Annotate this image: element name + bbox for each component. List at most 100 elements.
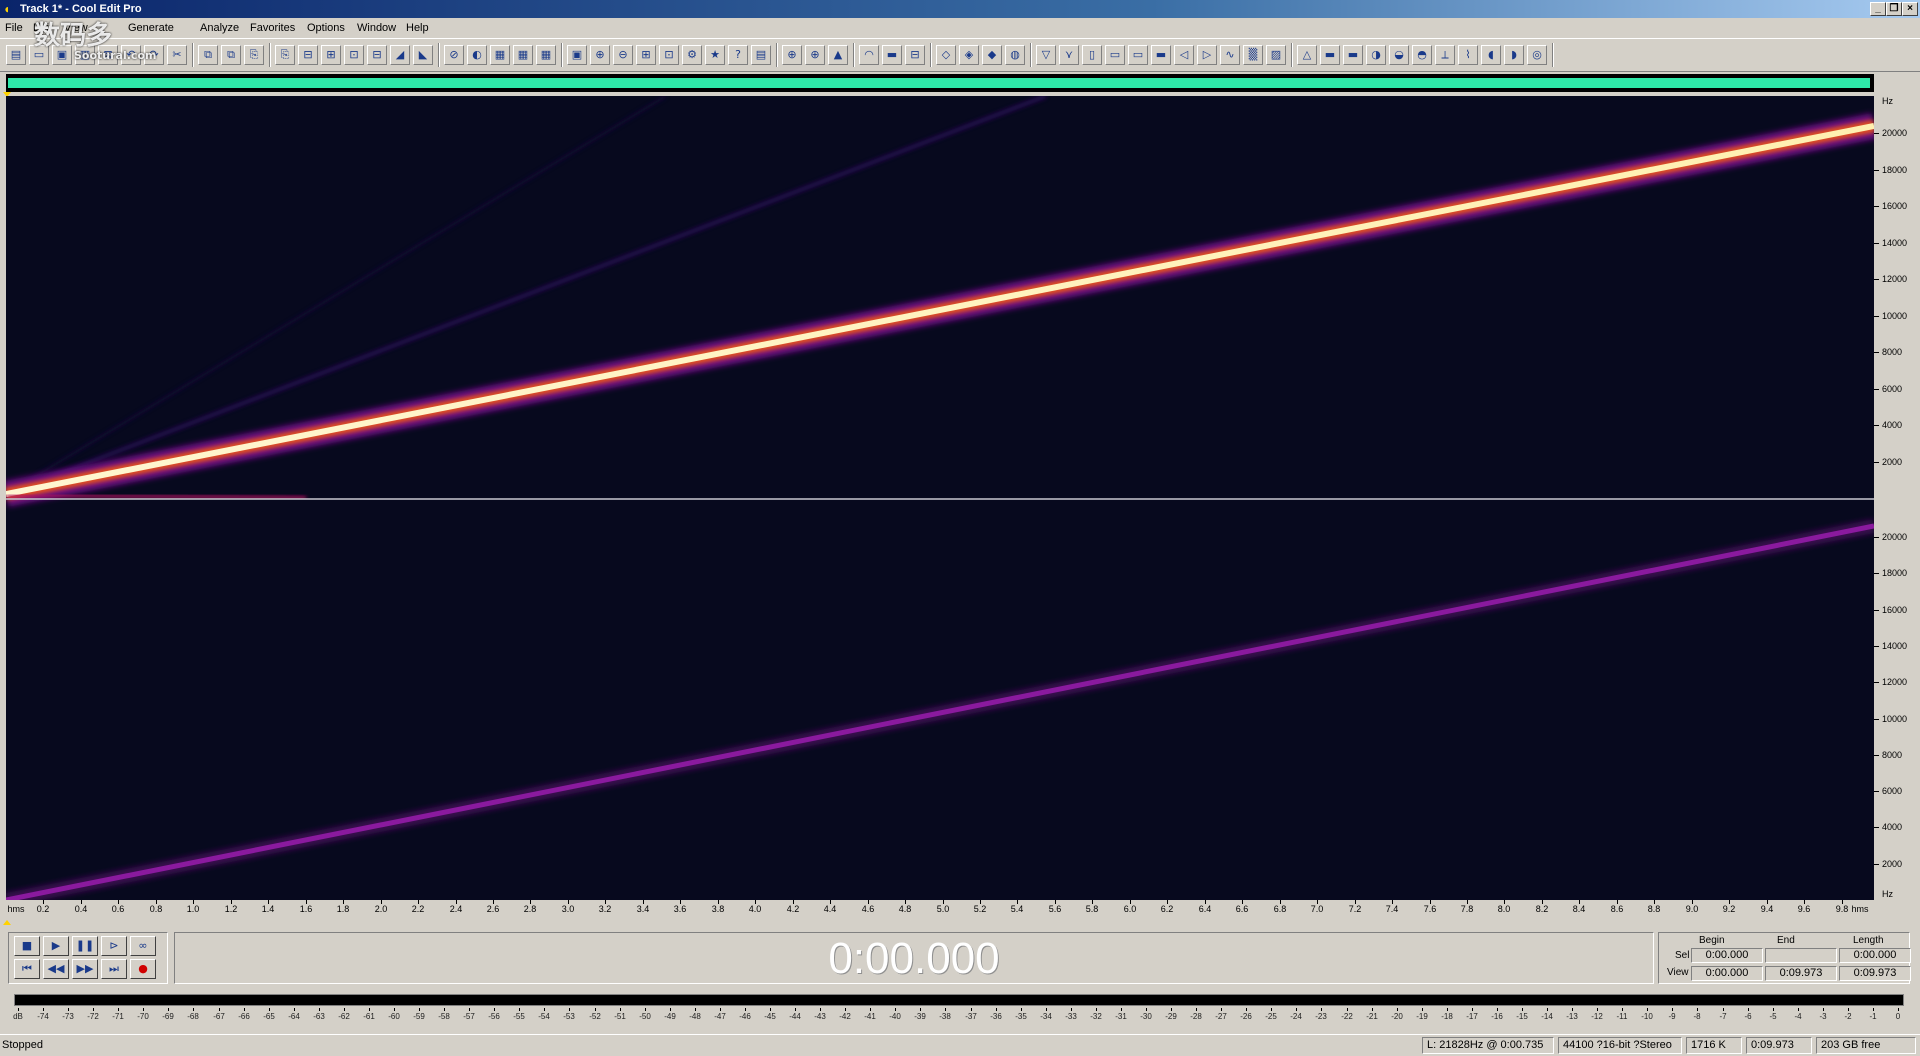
- level-tick: [1572, 1008, 1573, 1011]
- freq-tick: [1874, 170, 1879, 171]
- menu-file[interactable]: File: [5, 21, 23, 35]
- overview-bar[interactable]: [6, 74, 1874, 92]
- multitap-icon[interactable]: ◖: [1481, 45, 1501, 65]
- cut-icon[interactable]: ⧉: [221, 45, 241, 65]
- channel-mixer-icon[interactable]: ⊟: [905, 45, 925, 65]
- show-frequency-icon[interactable]: ▦: [490, 45, 510, 65]
- spectral-view-icon[interactable]: ◣: [413, 45, 433, 65]
- zoom-horizontal-icon[interactable]: ⊕: [805, 45, 825, 65]
- echo-icon[interactable]: ◈: [959, 45, 979, 65]
- dynamics-icon[interactable]: ⋎: [1059, 45, 1079, 65]
- zoom-selection-icon[interactable]: ⊡: [659, 45, 679, 65]
- waveform-view-icon[interactable]: ◢: [390, 45, 410, 65]
- go-to-start-icon[interactable]: ⏮: [14, 959, 40, 979]
- time-unit-label-end: hms: [1851, 904, 1869, 914]
- vocal-remover-icon[interactable]: ◎: [1527, 45, 1547, 65]
- fast-forward-icon[interactable]: ▶▶: [72, 959, 98, 979]
- view-begin-field[interactable]: 0:00.000: [1691, 966, 1763, 981]
- invert-icon[interactable]: ◁: [1174, 45, 1194, 65]
- stretch-icon[interactable]: ▭: [1128, 45, 1148, 65]
- show-cue-list-icon[interactable]: ▦: [513, 45, 533, 65]
- wave-properties-icon[interactable]: ▤: [751, 45, 771, 65]
- noise-reduction-icon[interactable]: ▯: [1082, 45, 1102, 65]
- show-playlist-icon[interactable]: ▦: [536, 45, 556, 65]
- normalize-icon[interactable]: ▬: [882, 45, 902, 65]
- envelope-follow-icon[interactable]: ◓: [1412, 45, 1432, 65]
- reverse-icon[interactable]: ▷: [1197, 45, 1217, 65]
- multitrack-icon[interactable]: ▤: [6, 45, 26, 65]
- paste-new-icon[interactable]: ⊟: [298, 45, 318, 65]
- brainwave-icon[interactable]: ∿: [1220, 45, 1240, 65]
- play-to-end-icon[interactable]: ⊳: [101, 936, 127, 956]
- rewind-icon[interactable]: ◀◀: [43, 959, 69, 979]
- sel-begin-field[interactable]: 0:00.000: [1691, 948, 1763, 963]
- freq-tick: [1874, 791, 1879, 792]
- stop-icon[interactable]: ■: [14, 936, 40, 956]
- sel-end-field[interactable]: [1765, 948, 1837, 963]
- copy-new-icon[interactable]: ⧉: [198, 45, 218, 65]
- playhead-marker-bottom[interactable]: [3, 920, 11, 925]
- mix-paste-icon[interactable]: ⊞: [321, 45, 341, 65]
- zoom-full-icon[interactable]: ⊞: [636, 45, 656, 65]
- zoom-vertical-icon[interactable]: ⊕: [782, 45, 802, 65]
- show-time-icon[interactable]: ▣: [567, 45, 587, 65]
- go-to-end-icon[interactable]: ⏭: [101, 959, 127, 979]
- zoom-out-icon[interactable]: ⊖: [613, 45, 633, 65]
- help-icon[interactable]: ?: [728, 45, 748, 65]
- minimize-button[interactable]: _: [1870, 2, 1886, 16]
- overview-range[interactable]: [8, 78, 1870, 88]
- delay-effect-icon[interactable]: ⌇: [1458, 45, 1478, 65]
- envelope-icon[interactable]: ◠: [859, 45, 879, 65]
- repeat-last-icon[interactable]: ✂: [167, 45, 187, 65]
- menu-analyze[interactable]: Analyze: [200, 21, 239, 35]
- menu-help[interactable]: Help: [406, 21, 429, 35]
- sel-length-field[interactable]: 0:00.000: [1839, 948, 1911, 963]
- toolbar-separator: [438, 43, 440, 67]
- loop-icon[interactable]: ∞: [130, 936, 156, 956]
- close-button[interactable]: ×: [1902, 2, 1918, 16]
- silence-icon[interactable]: ▬: [1320, 45, 1340, 65]
- filter-icon[interactable]: ▽: [1036, 45, 1056, 65]
- stereo-phase-icon[interactable]: ⊘: [444, 45, 464, 65]
- quick-verb-icon[interactable]: ◗: [1504, 45, 1524, 65]
- time-tick-label: 6.0: [1123, 904, 1137, 914]
- pitch-icon[interactable]: ▭: [1105, 45, 1125, 65]
- record-icon[interactable]: ●: [130, 959, 156, 979]
- level-tick: [920, 1008, 921, 1011]
- copy-icon[interactable]: ⎘: [244, 45, 264, 65]
- chorus-icon[interactable]: ▬: [1343, 45, 1363, 65]
- noise-icon[interactable]: ▨: [1266, 45, 1286, 65]
- toolbar-separator: [269, 43, 271, 67]
- level-tick-label: -26: [1240, 1012, 1252, 1021]
- trim-icon[interactable]: ⊡: [344, 45, 364, 65]
- tones-icon[interactable]: △: [1297, 45, 1317, 65]
- doppler-icon[interactable]: ◒: [1389, 45, 1409, 65]
- dtmf-icon[interactable]: ▒: [1243, 45, 1263, 65]
- favorites-icon[interactable]: ★: [705, 45, 725, 65]
- pause-icon[interactable]: ❚❚: [72, 936, 98, 956]
- delay-icon[interactable]: ◇: [936, 45, 956, 65]
- settings-icon[interactable]: ⚙: [682, 45, 702, 65]
- restore-button[interactable]: ❐: [1886, 2, 1902, 16]
- spectral-pan-icon[interactable]: ◐: [467, 45, 487, 65]
- time-warp-icon[interactable]: ▬: [1151, 45, 1171, 65]
- amplify-icon[interactable]: ▲: [828, 45, 848, 65]
- view-length-field[interactable]: 0:09.973: [1839, 966, 1911, 981]
- time-tick-label: 0.8: [149, 904, 163, 914]
- play-icon[interactable]: ▶: [43, 936, 69, 956]
- level-tick-label: -55: [513, 1012, 525, 1021]
- paste-icon[interactable]: ⎘: [275, 45, 295, 65]
- distortion-icon[interactable]: ◑: [1366, 45, 1386, 65]
- zoom-in-icon[interactable]: ⊕: [590, 45, 610, 65]
- spectral-display[interactable]: [6, 96, 1874, 900]
- delete-silence-icon[interactable]: ⊟: [367, 45, 387, 65]
- menu-options[interactable]: Options: [307, 21, 345, 35]
- reverb-icon[interactable]: ◍: [1005, 45, 1025, 65]
- menu-favorites[interactable]: Favorites: [250, 21, 295, 35]
- level-tick-label: -51: [614, 1012, 626, 1021]
- sweep-icon[interactable]: ⟂: [1435, 45, 1455, 65]
- menu-window[interactable]: Window: [357, 21, 396, 35]
- flanger-icon[interactable]: ◆: [982, 45, 1002, 65]
- freq-tick: [1874, 610, 1879, 611]
- view-end-field[interactable]: 0:09.973: [1765, 966, 1837, 981]
